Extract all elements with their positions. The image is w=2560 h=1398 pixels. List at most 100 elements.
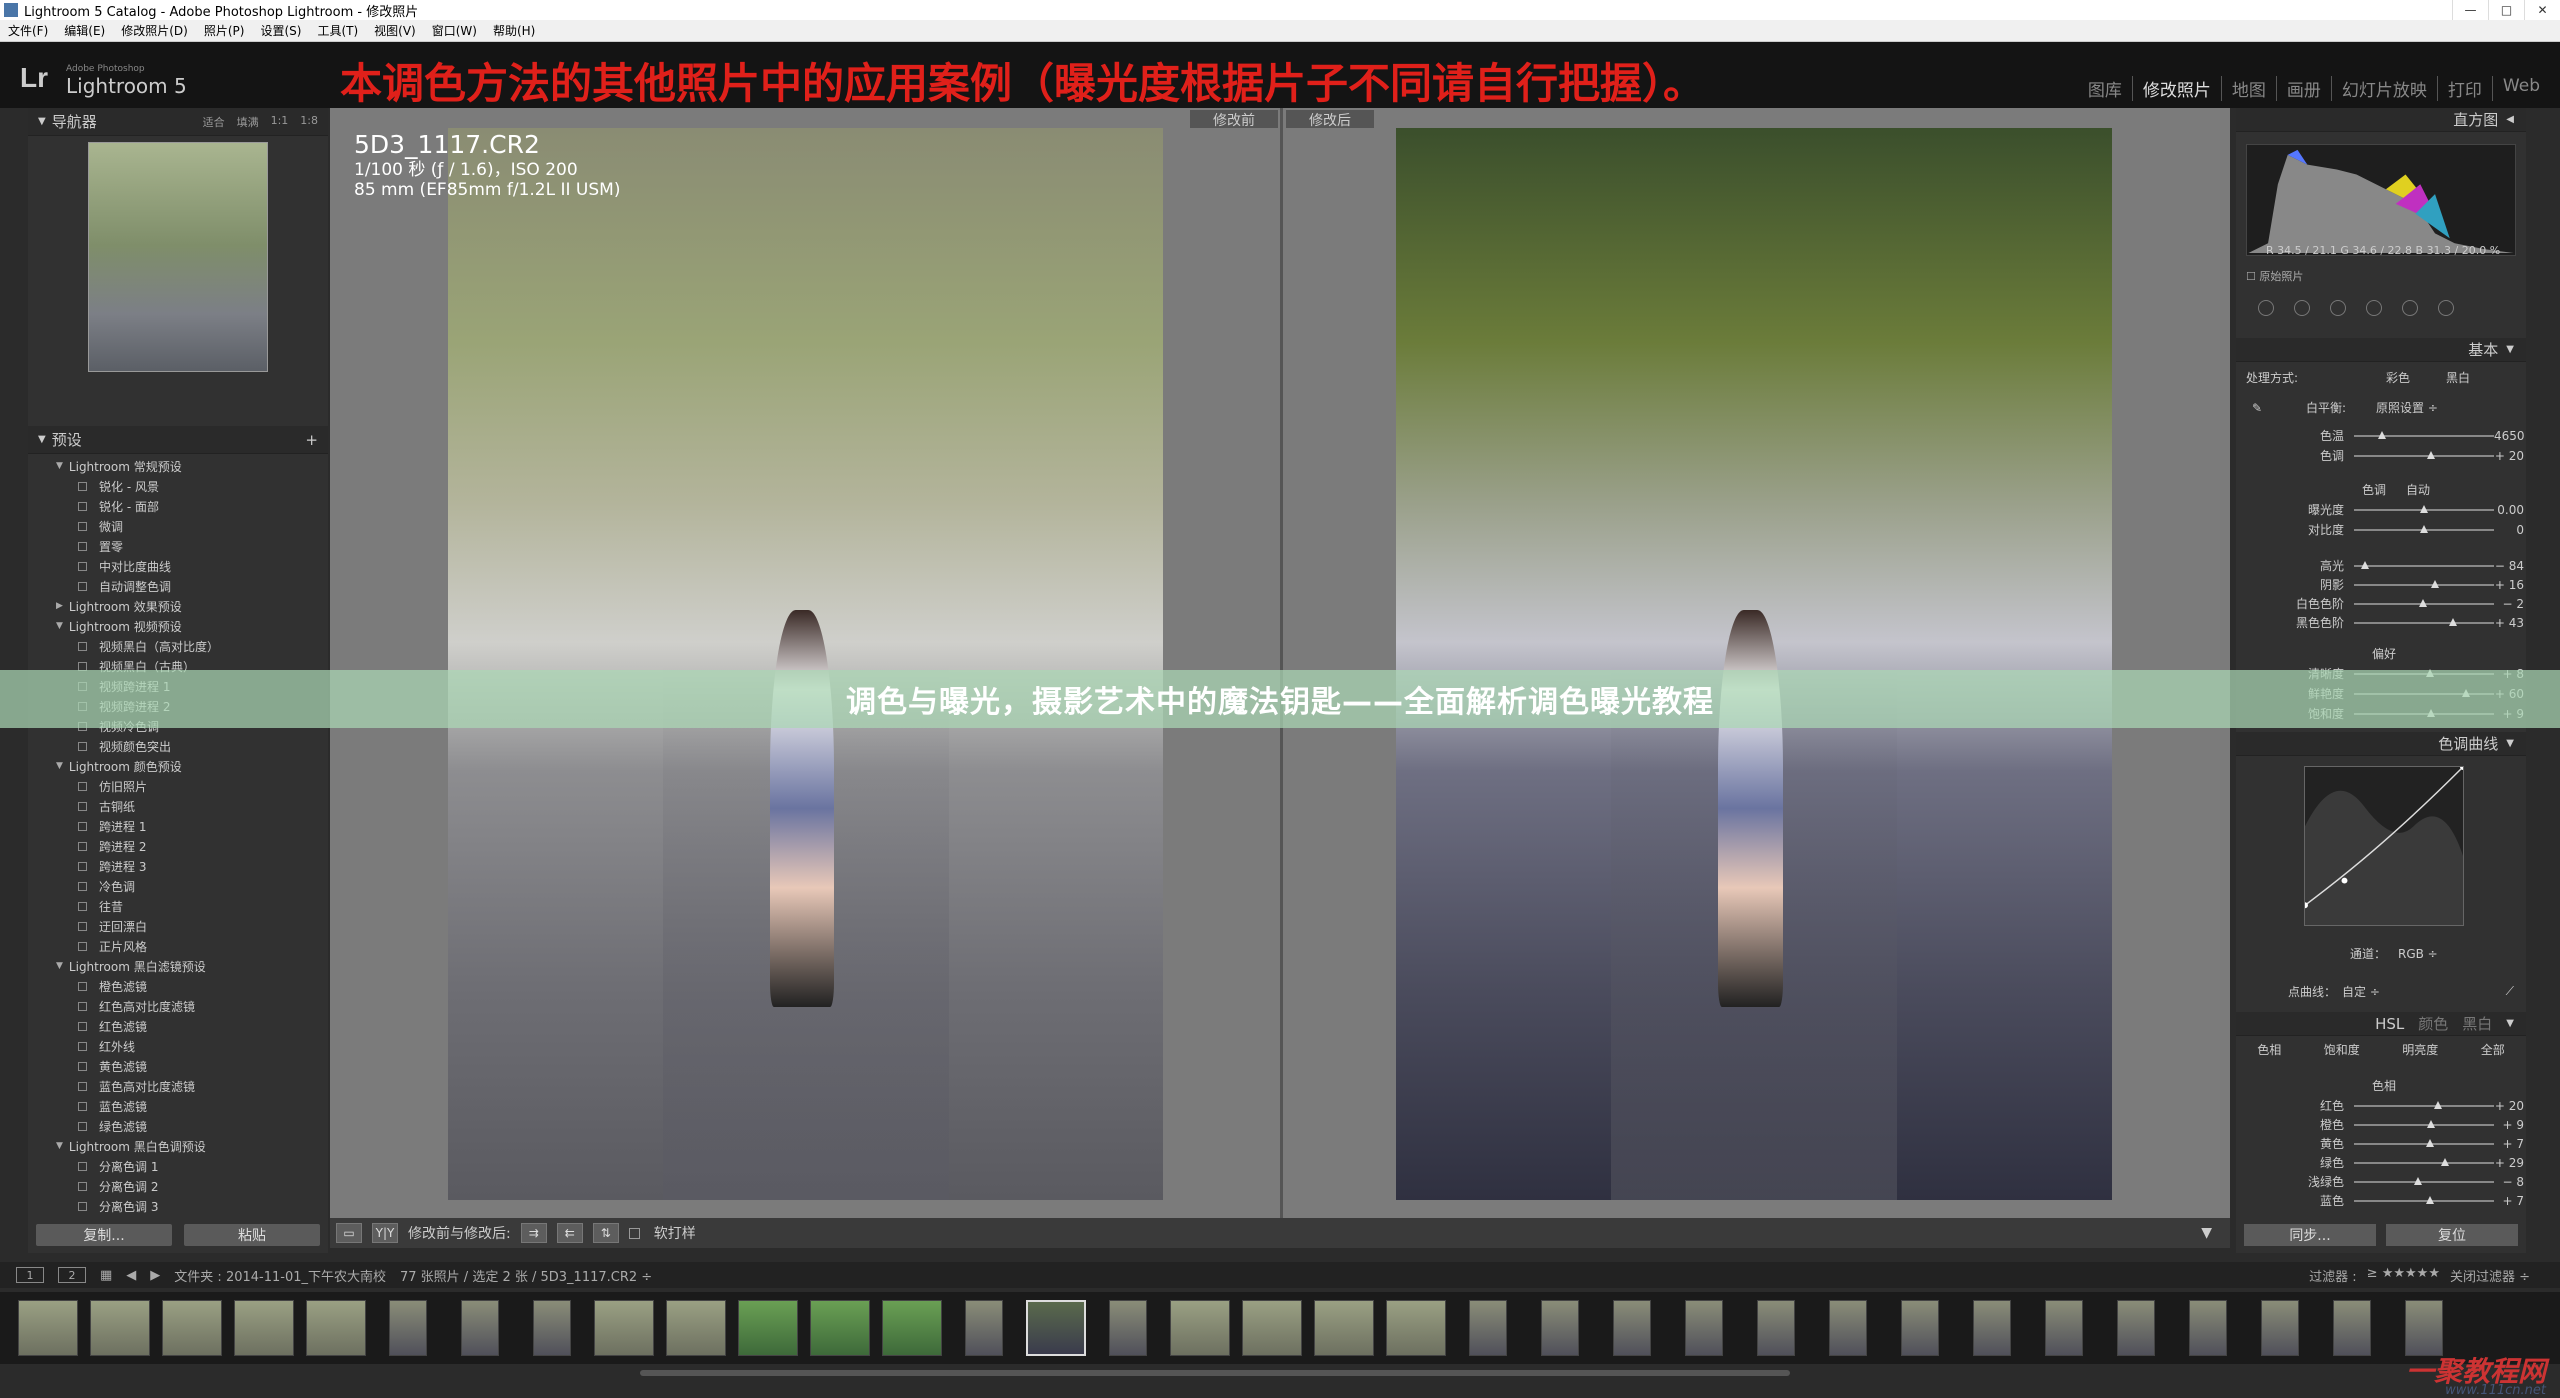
slider-value[interactable]: 4650 xyxy=(2494,429,2525,443)
adjustment-brush-icon[interactable] xyxy=(2438,300,2454,316)
preset-item[interactable]: 视频颜色突出 xyxy=(28,736,328,756)
filmstrip-thumbnail[interactable] xyxy=(90,1300,150,1356)
slider-knob[interactable] xyxy=(2434,1100,2442,1109)
slider-track[interactable] xyxy=(2354,579,2494,588)
slider-value[interactable]: − 84 xyxy=(2494,559,2524,573)
filmstrip-thumbnail[interactable] xyxy=(2405,1300,2443,1356)
slider-value[interactable]: + 16 xyxy=(2494,578,2524,592)
menu-help[interactable]: 帮助(H) xyxy=(485,22,543,39)
module-map[interactable]: 地图 xyxy=(2222,76,2277,101)
crop-tool-icon[interactable] xyxy=(2258,300,2274,316)
slider-knob[interactable] xyxy=(2441,1157,2449,1166)
maximize-button[interactable]: □ xyxy=(2488,0,2524,20)
slider-track[interactable] xyxy=(2354,560,2494,569)
menu-view[interactable]: 视图(V) xyxy=(366,22,424,39)
zoom-fill[interactable]: 填满 xyxy=(237,114,259,130)
filmstrip-thumbnail[interactable] xyxy=(1685,1300,1723,1356)
slider-track[interactable] xyxy=(2354,1176,2494,1185)
preset-item[interactable]: 红外线 xyxy=(28,1036,328,1056)
preset-item[interactable]: 古铜纸 xyxy=(28,796,328,816)
preset-item[interactable]: 分离色调 1 xyxy=(28,1156,328,1176)
menu-settings[interactable]: 设置(S) xyxy=(252,22,309,39)
treatment-color[interactable]: 彩色 xyxy=(2386,369,2446,386)
preset-item[interactable]: 锐化 - 面部 xyxy=(28,496,328,516)
slider-value[interactable]: + 29 xyxy=(2494,1156,2524,1170)
tone-auto-button[interactable]: 自动 xyxy=(2406,481,2430,498)
filmstrip-thumbnail[interactable] xyxy=(1829,1300,1867,1356)
forward-arrow-icon[interactable]: ▶ xyxy=(150,1268,160,1283)
preset-item[interactable]: 红色滤镜 xyxy=(28,1016,328,1036)
filmstrip-thumbnail[interactable] xyxy=(738,1300,798,1356)
rating-filter-stars[interactable]: ≥ ★★★★★ xyxy=(2367,1266,2440,1285)
slider-track[interactable] xyxy=(2354,430,2494,439)
bw-tab[interactable]: 黑白 xyxy=(2462,1013,2492,1034)
filmstrip-thumbnail[interactable] xyxy=(666,1300,726,1356)
hsl-all-tab[interactable]: 全部 xyxy=(2481,1041,2505,1058)
menu-develop[interactable]: 修改照片(D) xyxy=(113,22,196,39)
swap-icon[interactable]: ⇅ xyxy=(592,1223,619,1243)
filmstrip-thumbnail[interactable] xyxy=(533,1300,571,1356)
sync-button[interactable]: 同步... xyxy=(2244,1224,2376,1246)
filmstrip-thumbnail[interactable] xyxy=(2333,1300,2371,1356)
filmstrip-thumbnail[interactable] xyxy=(306,1300,366,1356)
slider-track[interactable] xyxy=(2354,1138,2494,1147)
slider-knob[interactable] xyxy=(2414,1176,2423,1185)
filmstrip-thumbnail[interactable] xyxy=(2261,1300,2299,1356)
tone-curve-graph[interactable] xyxy=(2304,766,2464,926)
filmstrip-thumbnail[interactable] xyxy=(2117,1300,2155,1356)
slider-knob[interactable] xyxy=(2427,1119,2435,1128)
point-curve-select[interactable]: 自定 ÷ xyxy=(2336,983,2380,1000)
slider-knob[interactable] xyxy=(2427,450,2435,459)
wb-select[interactable]: 原照设置 ÷ xyxy=(2376,399,2438,416)
paste-button[interactable]: 粘贴 xyxy=(184,1224,320,1246)
slider-knob[interactable] xyxy=(2378,430,2386,439)
module-print[interactable]: 打印 xyxy=(2438,76,2493,101)
original-photo-checkbox[interactable]: ☐ 原始照片 xyxy=(2246,268,2303,284)
module-library[interactable]: 图库 xyxy=(2078,76,2133,101)
copy-button[interactable]: 复制... xyxy=(36,1224,172,1246)
radial-filter-icon[interactable] xyxy=(2402,300,2418,316)
preset-folder[interactable]: ▼ Lightroom 常规预设 xyxy=(28,456,328,476)
presets-header[interactable]: ▼ 预设 + xyxy=(28,426,328,454)
curve-point[interactable] xyxy=(2341,877,2348,884)
preset-item[interactable]: 跨进程 1 xyxy=(28,816,328,836)
reset-button[interactable]: 复位 xyxy=(2386,1224,2518,1246)
hsl-luminance-tab[interactable]: 明亮度 xyxy=(2402,1041,2438,1058)
grid-icon[interactable]: ▦ xyxy=(100,1268,112,1283)
preset-item[interactable]: 红色高对比度滤镜 xyxy=(28,996,328,1016)
preset-item[interactable]: 跨进程 3 xyxy=(28,856,328,876)
slider-value[interactable]: + 7 xyxy=(2494,1137,2524,1151)
menu-window[interactable]: 窗口(W) xyxy=(424,22,485,39)
preset-item[interactable]: 自动调整色调 xyxy=(28,576,328,596)
slider-value[interactable]: − 8 xyxy=(2494,1175,2524,1189)
filmstrip-thumbnail[interactable] xyxy=(1973,1300,2011,1356)
filmstrip-thumbnail[interactable] xyxy=(1613,1300,1651,1356)
slider-knob[interactable] xyxy=(2420,504,2428,513)
preset-item[interactable]: 绿色滤镜 xyxy=(28,1116,328,1136)
slider-knob[interactable] xyxy=(2425,1195,2434,1204)
filmstrip-thumbnail[interactable] xyxy=(234,1300,294,1356)
preset-folder[interactable]: ▼ Lightroom 颜色预设 xyxy=(28,756,328,776)
preset-item[interactable]: 蓝色高对比度滤镜 xyxy=(28,1076,328,1096)
module-web[interactable]: Web xyxy=(2493,76,2550,101)
basic-header[interactable]: 基本 ▼ xyxy=(2236,338,2526,362)
treatment-bw[interactable]: 黑白 xyxy=(2446,369,2470,386)
module-book[interactable]: 画册 xyxy=(2277,76,2332,101)
color-tab[interactable]: 颜色 xyxy=(2418,1013,2448,1034)
slider-value[interactable]: + 7 xyxy=(2494,1194,2524,1208)
hsl-hue-tab[interactable]: 色相 xyxy=(2257,1041,2281,1058)
curve-channel-select[interactable]: RGB ÷ xyxy=(2386,947,2438,961)
filmstrip-thumbnail[interactable] xyxy=(162,1300,222,1356)
filmstrip-scrollbar[interactable] xyxy=(640,1370,1790,1376)
filmstrip-thumbnail[interactable] xyxy=(1901,1300,1939,1356)
menu-photo[interactable]: 照片(P) xyxy=(196,22,253,39)
preset-folder[interactable]: ▼ Lightroom 黑白色调预设 xyxy=(28,1136,328,1156)
preset-item[interactable]: 锐化 - 风景 xyxy=(28,476,328,496)
graduated-filter-icon[interactable] xyxy=(2366,300,2382,316)
slider-track[interactable] xyxy=(2354,1195,2494,1204)
preset-folder[interactable]: ▶ Lightroom 效果预设 xyxy=(28,596,328,616)
wb-eyedropper-icon[interactable]: ✎ xyxy=(2236,401,2276,415)
filmstrip-thumbnail[interactable] xyxy=(594,1300,654,1356)
slider-knob[interactable] xyxy=(2418,598,2427,607)
spot-removal-icon[interactable] xyxy=(2294,300,2310,316)
